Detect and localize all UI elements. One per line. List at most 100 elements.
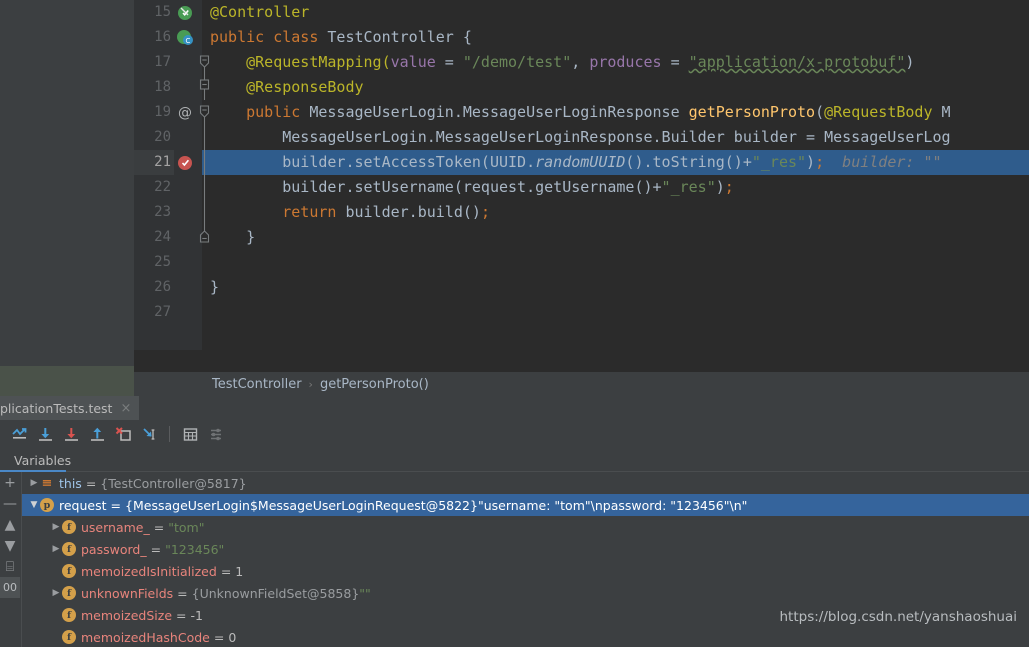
editor-horizontal-scrollbar[interactable] (202, 358, 1029, 369)
field-icon: f (62, 630, 76, 644)
field-icon: f (62, 608, 76, 622)
variable-row[interactable]: ▶fpassword_="123456" (22, 538, 1029, 560)
expander-expanded-icon[interactable]: ▼ (28, 494, 40, 516)
variable-row[interactable]: ▶fusername_="tom" (22, 516, 1029, 538)
expander-collapsed-icon[interactable]: ▶ (50, 582, 62, 604)
variable-row[interactable]: ▼prequest={MessageUserLogin$MessageUserL… (22, 494, 1029, 516)
code-line[interactable]: 27 (134, 300, 1029, 325)
class-run-green-icon[interactable] (176, 3, 195, 22)
debug-session-tab-label: plicationTests.test (0, 401, 112, 416)
code-line[interactable]: 16Cpublic class TestController { (134, 25, 1029, 50)
code-text[interactable]: @Controller (210, 0, 309, 25)
code-line[interactable]: 23 return builder.build(); (134, 200, 1029, 225)
code-token: TestController (327, 28, 453, 46)
code-text[interactable]: public MessageUserLogin.MessageUserLogin… (210, 100, 951, 125)
variable-value: {TestController@5817} (100, 476, 246, 491)
code-line[interactable]: 19@ public MessageUserLogin.MessageUserL… (134, 100, 1029, 125)
breadcrumb-class[interactable]: TestController (212, 377, 302, 392)
code-token: builder.build() (345, 203, 480, 221)
code-line[interactable]: 25 (134, 250, 1029, 275)
move-up-icon[interactable]: ▲ (0, 514, 20, 535)
variable-row[interactable]: ▶funknownFields={UnknownFieldSet@5858} "… (22, 582, 1029, 604)
variable-row[interactable]: fmemoizedHashCode=0 (22, 626, 1029, 647)
expander-none (50, 560, 62, 582)
move-down-icon[interactable]: ▼ (0, 535, 20, 556)
expander-collapsed-icon[interactable]: ▶ (28, 472, 40, 494)
code-line[interactable]: 18 @ResponseBody (134, 75, 1029, 100)
variable-value: "123456" (165, 542, 224, 557)
code-token: builder.setAccessToken(UUID. (210, 153, 535, 171)
code-line[interactable]: 20 MessageUserLogin.MessageUserLoginResp… (134, 125, 1029, 150)
field-icon: f (62, 542, 76, 556)
code-line[interactable]: 22 builder.setUsername(request.getUserna… (134, 175, 1029, 200)
variable-equals: = (154, 520, 164, 535)
code-token: @ResponseBody (210, 78, 364, 96)
variable-name: this (59, 476, 82, 491)
variable-value-extra: "" (359, 586, 371, 601)
code-line-container: 15@Controller16Cpublic class TestControl… (134, 0, 1029, 350)
code-token: ( (815, 103, 824, 121)
variable-name: memoizedSize (81, 608, 172, 623)
variable-value: {MessageUserLogin$MessageUserLoginReques… (125, 498, 478, 513)
drop-frame-icon[interactable] (110, 421, 136, 447)
editor-region: 15@Controller16Cpublic class TestControl… (0, 0, 1029, 372)
code-token: = (662, 53, 689, 71)
debug-side-toolbar: +—▲▼⌸00 (0, 472, 20, 647)
run-to-cursor-icon[interactable] (136, 421, 162, 447)
step-into-icon[interactable] (58, 421, 84, 447)
code-line[interactable]: 24 } (134, 225, 1029, 250)
code-line[interactable]: 17 @RequestMapping(value = "/demo/test",… (134, 50, 1029, 75)
variable-equals: = (151, 542, 161, 557)
code-line[interactable]: 21 builder.setAccessToken(UUID.randomUUI… (134, 150, 1029, 175)
code-text[interactable]: public class TestController { (210, 25, 472, 50)
close-icon[interactable]: × (120, 401, 131, 416)
code-token: MessageUserLogin.MessageUserLoginRespons… (210, 128, 951, 146)
code-token: MessageUserLogin.MessageUserLoginRespons… (309, 103, 688, 121)
class-green-icon[interactable]: C (176, 28, 195, 47)
code-token: "/demo/test" (463, 53, 571, 71)
at-sign-icon[interactable]: @ (176, 103, 195, 122)
evaluate-expression-icon[interactable] (177, 421, 203, 447)
code-text[interactable]: return builder.build(); (210, 200, 490, 225)
line-number: 20 (134, 125, 174, 150)
code-text[interactable]: builder.setAccessToken(UUID.randomUUID()… (210, 150, 942, 175)
code-editor[interactable]: 15@Controller16Cpublic class TestControl… (134, 0, 1029, 372)
step-over-icon[interactable] (32, 421, 58, 447)
settings-list-icon[interactable] (203, 421, 229, 447)
code-text[interactable]: } (210, 275, 219, 300)
code-text[interactable]: MessageUserLogin.MessageUserLoginRespons… (210, 125, 951, 150)
code-text[interactable]: @ResponseBody (210, 75, 364, 100)
code-line[interactable]: 26} (134, 275, 1029, 300)
debug-session-tab[interactable]: plicationTests.test × (0, 396, 139, 420)
remove-watch-icon[interactable]: — (0, 493, 20, 514)
debug-tab-bar: plicationTests.test × (0, 396, 1029, 420)
code-token: , (571, 53, 589, 71)
editor-vertical-scrollbar[interactable] (125, 0, 134, 372)
code-text[interactable]: builder.setUsername(request.getUsername(… (210, 175, 734, 200)
step-out-icon[interactable] (84, 421, 110, 447)
variable-equals: = (176, 608, 186, 623)
breakpoint-checked-icon[interactable] (176, 153, 195, 172)
code-line[interactable]: 15@Controller (134, 0, 1029, 25)
variable-name: unknownFields (81, 586, 173, 601)
code-token: ; (481, 203, 490, 221)
line-number: 18 (134, 75, 174, 100)
svg-text:@: @ (178, 105, 192, 121)
copy-value-icon[interactable]: ⌸ (0, 556, 20, 577)
add-watch-icon[interactable]: + (0, 472, 20, 493)
variable-row[interactable]: fmemoizedIsInitialized=1 (22, 560, 1029, 582)
toolbar-divider (169, 426, 170, 442)
expander-collapsed-icon[interactable]: ▶ (50, 516, 62, 538)
code-text[interactable]: } (210, 225, 255, 250)
variable-name: username_ (81, 520, 150, 535)
code-text[interactable]: @RequestMapping(value = "/demo/test", pr… (210, 50, 914, 75)
line-number: 16 (134, 25, 174, 50)
line-number: 23 (134, 200, 174, 225)
variable-row[interactable]: ▶≡this={TestController@5817} (22, 472, 1029, 494)
tab-variables[interactable]: Variables (6, 448, 79, 472)
breadcrumb-method[interactable]: getPersonProto() (320, 377, 429, 392)
show-execution-point-icon[interactable] (6, 421, 32, 447)
hex-toggle-icon[interactable]: 00 (0, 577, 20, 598)
line-number: 19 (134, 100, 174, 125)
expander-collapsed-icon[interactable]: ▶ (50, 538, 62, 560)
